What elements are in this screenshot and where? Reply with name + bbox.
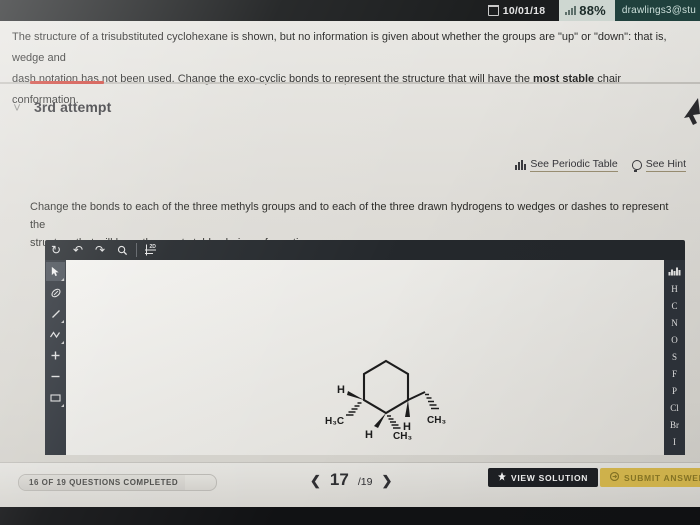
submit-answer-label: SUBMIT ANSWER [624, 472, 700, 483]
chevron-right-icon[interactable]: ❯ [381, 473, 392, 489]
task-instruction-line-1: Change the bonds to each of the three me… [30, 201, 669, 232]
calendar-icon [487, 4, 499, 16]
tool-expand-corner-icon [61, 341, 64, 344]
key-icon [498, 472, 506, 483]
tool-expand-corner-icon [61, 404, 64, 407]
see-periodic-table-link[interactable]: See Periodic Table [515, 158, 618, 172]
editor-tool-rail [45, 260, 66, 455]
view-solution-button[interactable]: VIEW SOLUTION [488, 468, 599, 487]
redo-icon[interactable]: ↷ [89, 240, 111, 260]
element-palette: H C N O S F P Cl Br I [664, 260, 685, 455]
wedge-bond-h-right[interactable] [405, 400, 410, 417]
lightbulb-icon [631, 160, 642, 172]
toolbar-separator [136, 243, 137, 257]
element-button-cl[interactable]: Cl [664, 399, 685, 416]
dash-bond-ch3-right[interactable] [425, 393, 439, 410]
element-button-p[interactable]: P [664, 382, 685, 399]
element-button-n[interactable]: N [664, 314, 685, 331]
status-bar-battery-label: 88% [579, 3, 606, 18]
wedge-bond-h-left[interactable] [347, 391, 364, 400]
dash-bond-h3c[interactable] [346, 402, 362, 416]
attempt-header[interactable]: ˅ 3rd attempt [0, 92, 700, 122]
increase-charge-tool[interactable] [46, 346, 65, 365]
account-email[interactable]: drawlings3@stu [614, 0, 700, 21]
chevron-left-icon[interactable]: ❮ [310, 473, 321, 489]
dash-bond-ch3-bottom[interactable] [387, 415, 401, 429]
svg-text:2D: 2D [149, 244, 156, 250]
chain-tool[interactable] [46, 325, 65, 344]
label-h-left: H [337, 384, 345, 396]
eraser-tool[interactable] [46, 283, 65, 302]
question-pager: ❮ 17 /19 ❯ [310, 470, 392, 490]
label-h3c: H₃C [325, 416, 344, 427]
status-bar-right: drawlings3@stu [614, 0, 700, 21]
cyclohexane-ring [362, 359, 410, 415]
drawing-canvas[interactable]: H H₃C H CH₃ H CH₃ [66, 260, 664, 455]
see-hint-label: See Hint [645, 158, 686, 172]
element-button-o[interactable]: O [664, 331, 685, 348]
element-button-i[interactable]: I [664, 433, 685, 450]
questions-completed-label: 16 OF 19 QUESTIONS COMPLETED [29, 478, 179, 487]
element-button-h[interactable]: H [664, 280, 685, 297]
attempt-progress-bar [30, 81, 104, 84]
single-bond-tool[interactable] [46, 304, 65, 323]
undo-icon[interactable]: ↶ [67, 240, 89, 260]
measure-2d-icon[interactable]: 2D [140, 240, 162, 260]
tool-expand-corner-icon [61, 278, 64, 281]
select-cursor-tool[interactable] [46, 262, 65, 281]
label-h-right: H [403, 421, 411, 433]
questions-progress-bar: 16 OF 19 QUESTIONS COMPLETED [18, 474, 217, 491]
see-hint-link[interactable]: See Hint [631, 158, 686, 172]
see-periodic-table-label: See Periodic Table [530, 158, 618, 172]
send-icon [609, 471, 620, 483]
tool-expand-corner-icon [61, 320, 64, 323]
decrease-charge-tool[interactable] [46, 367, 65, 386]
current-page-number: 17 [329, 470, 349, 489]
template-ring-tool[interactable] [46, 388, 65, 407]
element-button-br[interactable]: Br [664, 416, 685, 433]
device-status-bar: 10/01/18 88% drawlings3@stu [0, 0, 700, 21]
status-bar-battery: 88% [559, 0, 615, 21]
signal-bars-icon [565, 6, 577, 15]
footer-dark-band [0, 507, 700, 525]
element-button-f[interactable]: F [664, 365, 685, 382]
status-bar-date: 10/01/18 [487, 4, 546, 17]
editor-top-toolbar: ↻ ↶ ↷ 2D [45, 240, 685, 260]
label-ch3-right: CH₃ [427, 415, 446, 426]
attempt-title: 3rd attempt [34, 99, 112, 115]
question-prompt-line-1: The structure of a trisubstituted cycloh… [12, 31, 667, 64]
trisubstituted-cyclohexane-structure[interactable]: H H₃C H CH₃ H CH₃ [321, 355, 451, 440]
view-solution-label: VIEW SOLUTION [511, 472, 589, 483]
molecule-drawing-editor[interactable]: ↻ ↶ ↷ 2D H C N O S F P Cl Br I H H₃C H C… [45, 240, 685, 455]
submit-answer-button[interactable]: SUBMIT ANSWER [600, 468, 700, 487]
section-divider [0, 82, 700, 84]
total-pages-label: /19 [357, 476, 373, 488]
wedge-bond-h-bottom[interactable] [374, 413, 386, 428]
element-button-c[interactable]: C [664, 297, 685, 314]
periodic-table-icon[interactable] [664, 263, 685, 280]
zoom-icon[interactable] [111, 240, 133, 260]
bond-right-up[interactable] [407, 391, 426, 401]
chevron-down-icon[interactable]: ˅ [0, 101, 34, 114]
element-button-s[interactable]: S [664, 348, 685, 365]
helper-links: See Periodic Table See Hint [515, 158, 686, 172]
label-h-bottom: H [365, 429, 373, 440]
mouse-cursor-arrow-icon [684, 98, 700, 125]
reset-icon[interactable]: ↻ [45, 240, 67, 260]
status-bar-date-label: 10/01/18 [502, 4, 546, 17]
bar-chart-icon [515, 160, 527, 170]
page-background: 10/01/18 88% drawlings3@stu The structur… [0, 0, 700, 525]
